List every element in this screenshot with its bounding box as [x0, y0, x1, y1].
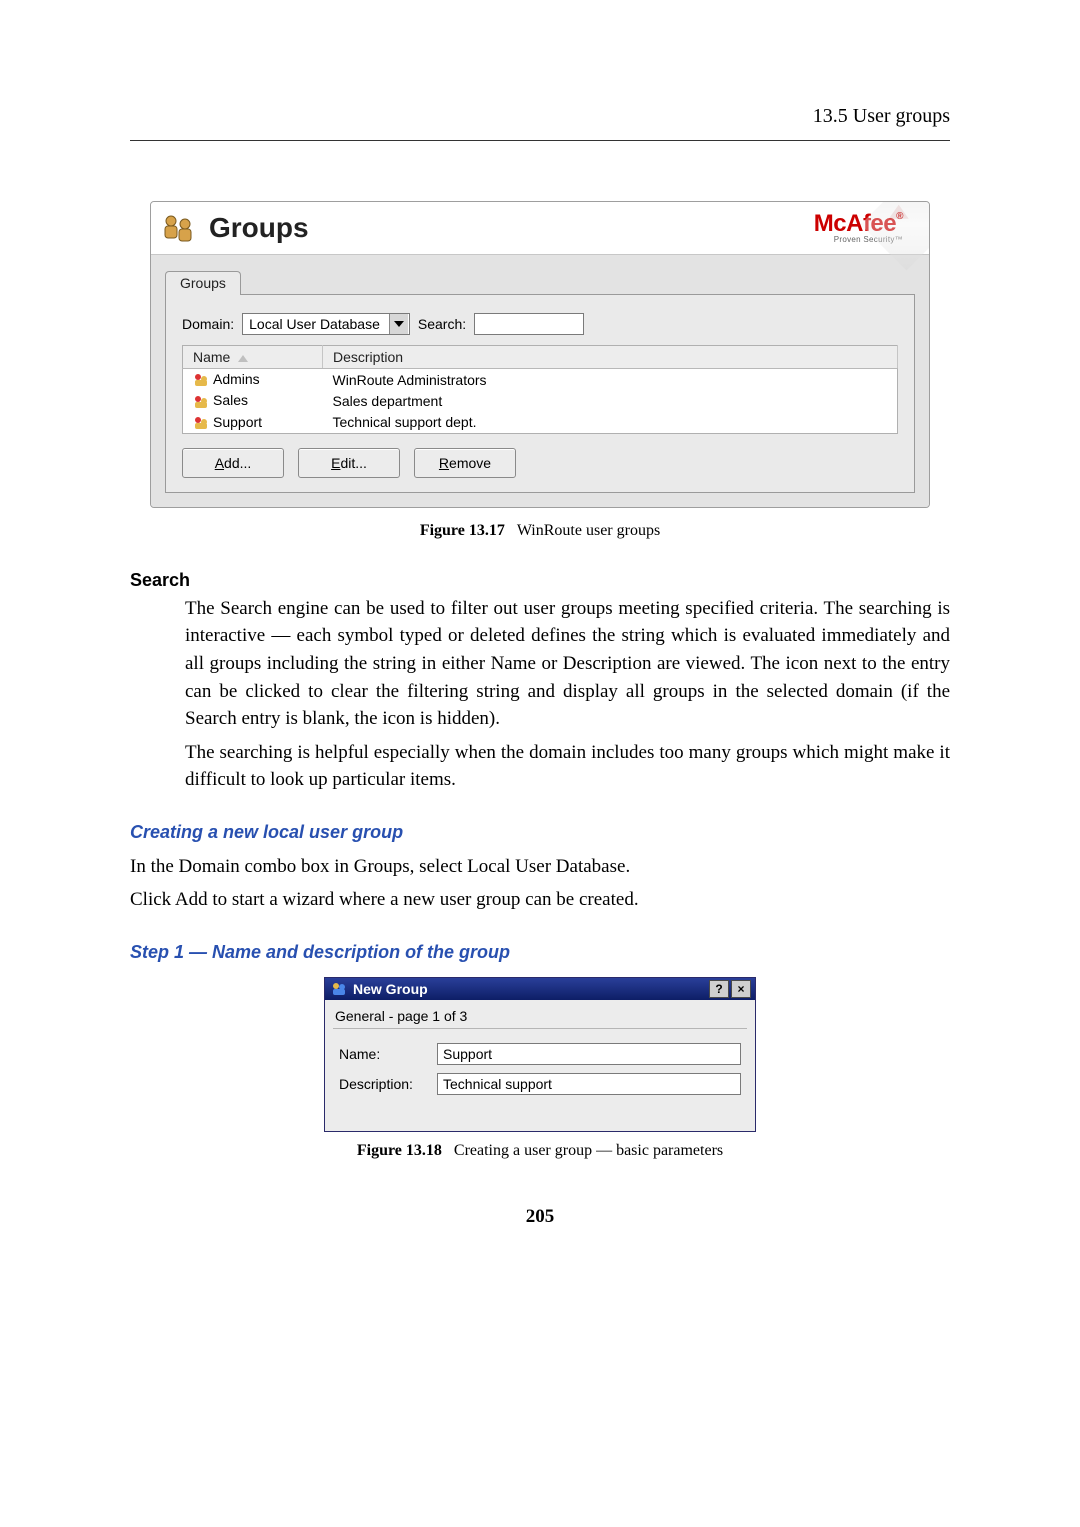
name-input[interactable]: Support	[437, 1043, 741, 1065]
groups-table: Name Description Admins	[182, 345, 898, 434]
group-icon	[193, 372, 209, 388]
table-row[interactable]: Admins WinRoute Administrators	[183, 369, 898, 391]
add-button[interactable]: Add...	[182, 448, 284, 478]
new-group-dialog: New Group ? × General - page 1 of 3 Name…	[324, 977, 756, 1132]
paragraph: The Search engine can be used to filter …	[185, 595, 950, 733]
figure-groups-window: Groups McAfee® Proven Security™ Groups D…	[150, 201, 930, 508]
domain-select[interactable]: Local User Database	[242, 313, 410, 335]
tab-panel-groups: Domain: Local User Database Search:	[165, 294, 915, 493]
heading-search: Search	[130, 570, 950, 591]
group-icon	[193, 394, 209, 410]
mcafee-logo: McAfee® Proven Security™	[814, 212, 903, 244]
search-input[interactable]	[474, 313, 584, 335]
heading-step1: Step 1 — Name and description of the gro…	[130, 942, 950, 963]
running-header: 13.5 User groups	[130, 105, 950, 141]
figure-caption-18: Figure 13.18 Creating a user group — bas…	[130, 1142, 950, 1160]
tab-groups[interactable]: Groups	[165, 271, 241, 295]
paragraph: Click Add to start a wizard where a new …	[130, 886, 950, 914]
close-button[interactable]: ×	[731, 980, 751, 998]
domain-select-value: Local User Database	[249, 316, 388, 332]
groups-window: Groups McAfee® Proven Security™ Groups D…	[150, 201, 930, 508]
sort-asc-icon	[238, 355, 248, 362]
description-label: Description:	[339, 1076, 429, 1092]
figure-caption-17: Figure 13.17 WinRoute user groups	[130, 522, 950, 540]
search-label: Search:	[418, 316, 466, 332]
paragraph: The searching is helpful especially when…	[185, 739, 950, 794]
column-header-description[interactable]: Description	[323, 346, 898, 369]
group-icon	[193, 415, 209, 431]
table-row[interactable]: Support Technical support dept.	[183, 412, 898, 434]
paragraph: In the Domain combo box in Groups, selec…	[130, 853, 950, 881]
groups-icon	[161, 210, 197, 246]
dialog-titlebar: New Group ? ×	[325, 978, 755, 1000]
name-label: Name:	[339, 1046, 429, 1062]
groups-window-header: Groups McAfee® Proven Security™	[151, 202, 929, 255]
domain-label: Domain:	[182, 316, 234, 332]
dialog-subtitle: General - page 1 of 3	[333, 1004, 747, 1029]
chevron-down-icon	[389, 314, 408, 334]
table-row[interactable]: Sales Sales department	[183, 390, 898, 411]
column-header-name[interactable]: Name	[183, 346, 323, 369]
help-button[interactable]: ?	[709, 980, 729, 998]
group-icon	[331, 981, 347, 997]
description-input[interactable]: Technical support	[437, 1073, 741, 1095]
edit-button[interactable]: Edit...	[298, 448, 400, 478]
groups-window-title: Groups	[209, 212, 309, 244]
heading-creating-group: Creating a new local user group	[130, 822, 950, 843]
dialog-title: New Group	[353, 981, 428, 997]
remove-button[interactable]: Remove	[414, 448, 516, 478]
page-number: 205	[130, 1206, 950, 1228]
